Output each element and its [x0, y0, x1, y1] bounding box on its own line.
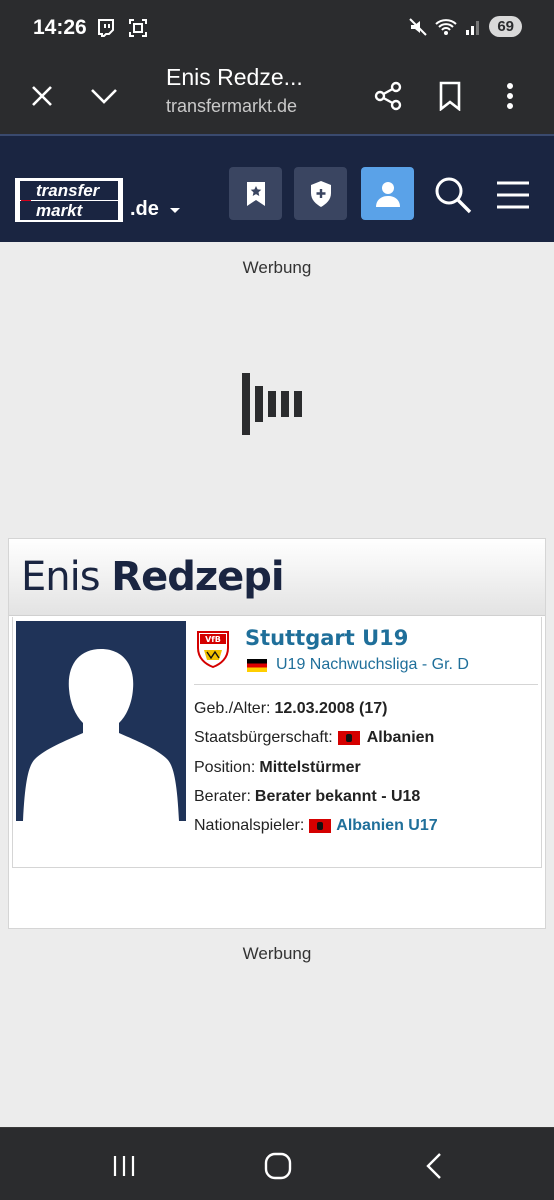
my-club-button[interactable]	[294, 167, 347, 220]
national-team-row: Nationalspieler: Albanien U17	[194, 817, 438, 835]
logo-text-top: transfer	[20, 181, 118, 200]
hamburger-menu-icon	[497, 181, 529, 209]
player-info-box: VfB Stuttgart U19 U19 Nachwuchsliga - Gr…	[12, 617, 542, 868]
user-icon	[375, 181, 400, 207]
albania-flag-icon	[337, 731, 360, 745]
system-navigation-bar	[0, 1127, 554, 1200]
agent-row: Berater: Berater bekannt - U18	[194, 788, 420, 806]
wifi-icon	[435, 18, 457, 35]
mute-icon	[409, 17, 428, 36]
svg-text:VfB: VfB	[205, 635, 221, 644]
divider	[194, 684, 538, 685]
more-vert-icon	[507, 83, 513, 109]
transfermarkt-logo[interactable]: transfer markt	[15, 178, 123, 222]
citizenship-value: Albanien	[366, 729, 435, 746]
close-tab-button[interactable]	[22, 76, 62, 116]
home-button[interactable]	[258, 1146, 298, 1186]
more-options-button[interactable]	[490, 76, 530, 116]
watchlist-button[interactable]	[229, 167, 282, 220]
position-label: Position:	[194, 759, 256, 776]
page-title: Enis Redze...	[166, 64, 303, 90]
shield-plus-icon	[310, 180, 331, 207]
status-system-icons: 69	[409, 16, 522, 37]
search-icon	[435, 177, 472, 214]
status-time: 14:26	[33, 16, 87, 39]
caret-down-icon[interactable]	[170, 208, 180, 213]
bookmark-star-icon	[246, 181, 265, 206]
person-silhouette-icon	[23, 649, 179, 821]
player-last-name: Redzepi	[111, 554, 284, 600]
player-avatar	[16, 621, 186, 821]
screenshot-icon	[129, 19, 147, 37]
league-row: U19 Nachwuchsliga - Gr. D	[247, 656, 469, 674]
user-account-button[interactable]	[361, 167, 414, 220]
position-row: Position: Mittelstürmer	[194, 759, 361, 777]
close-icon	[32, 86, 52, 106]
twitch-icon	[98, 19, 114, 37]
bookmark-button[interactable]	[430, 76, 470, 116]
battery-indicator: 69	[489, 16, 522, 37]
club-name-link[interactable]: Stuttgart U19	[245, 626, 408, 650]
home-icon	[264, 1152, 292, 1180]
birth-label: Geb./Alter:	[194, 700, 271, 717]
ad-loading-icon	[242, 373, 302, 435]
position-value: Mittelstürmer	[259, 759, 361, 776]
vfb-stuttgart-crest-icon[interactable]: VfB	[195, 630, 231, 668]
status-notification-icons	[96, 18, 148, 38]
search-button[interactable]	[431, 173, 475, 217]
share-button[interactable]	[368, 76, 408, 116]
back-icon	[426, 1153, 441, 1179]
player-name-header: Enis Redzepi	[9, 539, 545, 616]
recent-apps-icon	[113, 1156, 135, 1176]
browser-toolbar: Enis Redze... transfermarkt.de	[0, 56, 554, 134]
citizenship-row: Staatsbürgerschaft: Albanien	[194, 729, 434, 747]
citizenship-label: Staatsbürgerschaft:	[194, 729, 333, 746]
card-footer	[9, 868, 545, 928]
national-team-link[interactable]: Albanien U17	[336, 817, 437, 835]
ad-label-bottom: Werbung	[242, 944, 312, 963]
page-url[interactable]: transfermarkt.de	[166, 96, 316, 117]
logo-text-bottom: markt	[20, 201, 118, 220]
chevron-down-icon	[91, 89, 117, 104]
germany-flag-icon	[247, 658, 267, 672]
birth-value: 12.03.2008 (17)	[274, 700, 388, 717]
status-bar: 14:26 69	[0, 0, 554, 56]
menu-button[interactable]	[491, 173, 535, 217]
league-name-link[interactable]: U19 Nachwuchsliga - Gr. D	[276, 656, 469, 674]
signal-icon	[466, 20, 480, 35]
national-label: Nationalspieler:	[194, 817, 305, 834]
bookmark-icon	[439, 81, 461, 111]
player-profile-card: Enis Redzepi VfB Stuttgart U19 U19 Nachw…	[8, 538, 546, 929]
minimize-button[interactable]	[84, 76, 124, 116]
agent-label: Berater:	[194, 788, 251, 805]
birth-row: Geb./Alter: 12.03.2008 (17)	[194, 700, 387, 718]
player-first-name: Enis	[21, 554, 101, 600]
site-header: transfer markt .de	[0, 134, 554, 242]
back-button[interactable]	[414, 1146, 454, 1186]
share-icon	[374, 81, 402, 111]
albania-flag-icon	[309, 819, 332, 833]
recent-apps-button[interactable]	[104, 1146, 144, 1186]
ad-label-top: Werbung	[242, 258, 312, 277]
agent-value: Berater bekannt - U18	[254, 788, 421, 805]
country-domain-selector[interactable]: .de	[130, 198, 159, 221]
